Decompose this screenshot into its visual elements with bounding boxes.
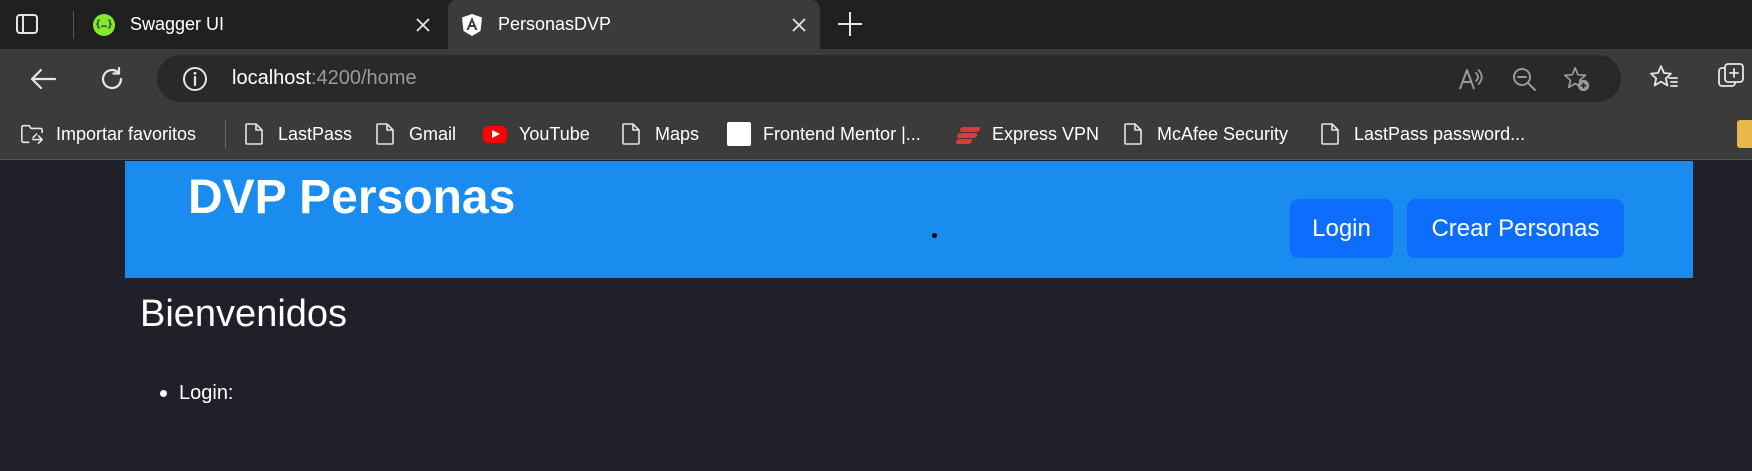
address-bar[interactable]: localhost:4200/home (157, 55, 1621, 102)
tab-divider (73, 11, 74, 39)
content-list: Login: (160, 382, 234, 405)
bookmarks-bar: Importar favoritos LastPass Gmail YouTub… (0, 108, 1752, 160)
close-icon[interactable] (408, 10, 438, 40)
tab-actions-icon[interactable] (14, 12, 40, 36)
dot-marker (932, 233, 937, 238)
info-icon[interactable] (181, 65, 209, 93)
back-icon[interactable] (23, 59, 63, 99)
page-content: DVP Personas Login Crear Personas Bienve… (0, 161, 1752, 471)
zoom-out-icon[interactable] (1510, 65, 1538, 93)
page-icon (619, 122, 643, 146)
bookmark-label: Importar favoritos (56, 123, 197, 144)
brand-title[interactable]: DVP Personas (188, 170, 515, 225)
refresh-icon[interactable] (92, 59, 132, 99)
new-tab-icon[interactable] (834, 8, 866, 40)
youtube-icon (483, 122, 507, 146)
read-aloud-icon[interactable] (1457, 65, 1485, 93)
collections-icon[interactable] (1716, 61, 1748, 93)
bookmark-lastpass[interactable]: LastPass (242, 116, 352, 152)
create-personas-button[interactable]: Crear Personas (1407, 199, 1624, 258)
bookmark-label: Maps (655, 123, 700, 144)
angular-icon (460, 13, 484, 37)
url-path: :4200/home (310, 67, 417, 89)
bookmark-gmail[interactable]: Gmail (373, 116, 456, 152)
bookmark-maps[interactable]: Maps (619, 116, 699, 152)
bookmark-label: LastPass (278, 123, 353, 144)
bookmark-importar-favoritos[interactable]: Importar favoritos (20, 116, 196, 152)
page-icon (1318, 122, 1342, 146)
page-heading: Bienvenidos (140, 293, 348, 335)
bookmark-lastpass-password[interactable]: LastPass password... (1318, 116, 1525, 152)
login-button[interactable]: Login (1290, 199, 1393, 258)
url-text[interactable]: localhost:4200/home (232, 67, 417, 90)
tab-strip: {…} Swagger UI PersonasDVP (0, 0, 1752, 49)
close-icon[interactable] (784, 10, 814, 40)
bookmark-label: Frontend Mentor |... (763, 123, 921, 144)
tab-swagger[interactable]: {…} Swagger UI (80, 0, 444, 49)
swagger-icon: {…} (92, 13, 116, 37)
browser-toolbar: localhost:4200/home (0, 49, 1752, 108)
page-icon (373, 122, 397, 146)
bookmarks-divider (225, 120, 226, 148)
bookmark-label: McAfee Security (1157, 123, 1289, 144)
tab-title: Swagger UI (130, 14, 225, 34)
page-icon (1121, 122, 1145, 146)
url-host: localhost (232, 67, 311, 89)
bookmark-express-vpn[interactable]: Express VPN (955, 116, 1100, 152)
bookmark-label: Express VPN (992, 123, 1100, 144)
bookmark-label: Gmail (409, 123, 457, 144)
favorites-icon[interactable] (1648, 61, 1680, 93)
import-folder-icon (20, 122, 44, 146)
page-icon (242, 122, 266, 146)
bullet-icon (160, 390, 167, 397)
expressvpn-icon (955, 122, 981, 146)
add-favorite-icon[interactable] (1563, 65, 1591, 93)
tab-personasdvp[interactable]: PersonasDVP (448, 0, 820, 49)
other-favorites-folder-icon[interactable] (1737, 120, 1752, 148)
list-item-label: Login: (179, 382, 234, 404)
bookmark-frontend-mentor[interactable]: Frontend Mentor |... (727, 116, 921, 152)
tab-title: PersonasDVP (498, 14, 612, 34)
list-item: Login: (160, 382, 234, 405)
bookmark-label: YouTube (519, 123, 590, 144)
bookmark-label: LastPass password... (1354, 123, 1526, 144)
bookmark-youtube[interactable]: YouTube (483, 116, 590, 152)
frontend-mentor-icon (727, 122, 751, 146)
bookmark-mcafee[interactable]: McAfee Security (1121, 116, 1288, 152)
app-navbar: DVP Personas Login Crear Personas (125, 161, 1693, 278)
